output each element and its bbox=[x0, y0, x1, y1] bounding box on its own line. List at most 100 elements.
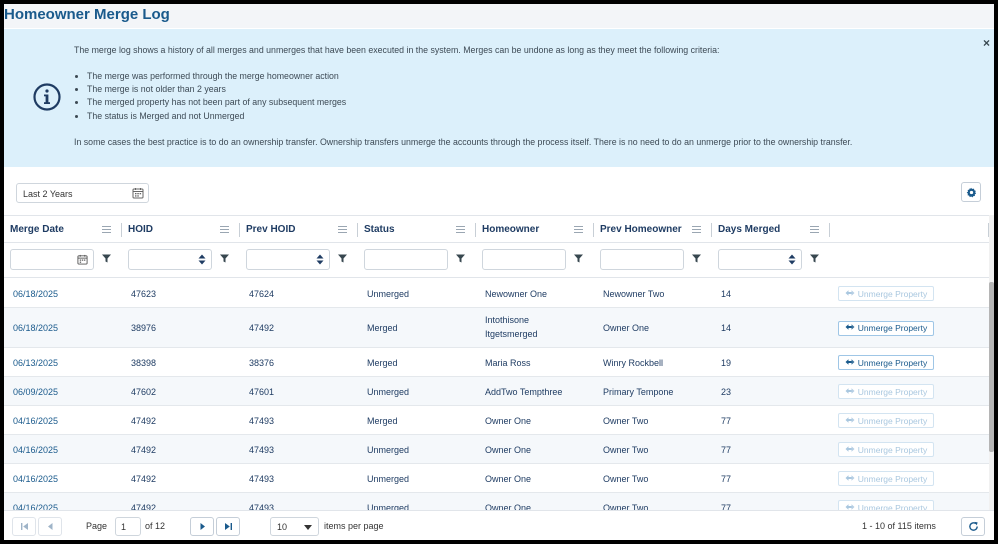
cell-prev-homeowner: Newowner Two bbox=[603, 288, 665, 299]
filter-input-status[interactable] bbox=[364, 249, 448, 270]
cell-prev-hoid: 38376 bbox=[249, 357, 275, 368]
page-input[interactable]: 1 bbox=[115, 517, 141, 536]
column-menu-icon[interactable] bbox=[220, 225, 229, 234]
info-footer: In some cases the best practice is to do… bbox=[74, 136, 853, 147]
last-page-icon bbox=[224, 523, 232, 530]
unmerge-property-button[interactable]: Unmerge Property bbox=[838, 286, 934, 301]
unmerge-property-button[interactable]: Unmerge Property bbox=[838, 320, 934, 336]
spinner-icon[interactable] bbox=[788, 254, 796, 268]
table-row[interactable]: 04/16/2025 47492 47493 Unmerged Owner One Own… bbox=[4, 435, 989, 464]
cell-prev-homeowner: Owner Two bbox=[603, 444, 649, 455]
cell-merge-date[interactable]: 06/13/2025 bbox=[13, 356, 109, 370]
filter-input-prev-hoid[interactable] bbox=[246, 249, 330, 270]
cell-days-merged: 77 bbox=[721, 415, 732, 426]
criteria-item: The merge was performed through the merg… bbox=[87, 70, 964, 83]
cell-merge-date[interactable]: 06/18/2025 bbox=[13, 287, 109, 301]
column-menu-icon[interactable] bbox=[338, 225, 347, 234]
cell-merge-date[interactable]: 06/09/2025 bbox=[13, 385, 109, 399]
unmerge-property-button[interactable]: Unmerge Property bbox=[838, 442, 934, 457]
next-page-button[interactable] bbox=[190, 517, 214, 536]
filter-input-hoid[interactable] bbox=[128, 249, 212, 270]
column-header-status[interactable]: Status bbox=[358, 216, 476, 244]
filter-input-days-merged[interactable] bbox=[718, 249, 802, 270]
column-header-actions bbox=[830, 216, 989, 244]
table-row[interactable]: 06/09/2025 47602 47601 Unmerged AddTwo Tempt… bbox=[4, 377, 989, 406]
criteria-item: The status is Merged and not Unmerged bbox=[87, 110, 964, 123]
cell-prev-hoid: 47493 bbox=[249, 415, 275, 426]
filter-input-homeowner[interactable] bbox=[482, 249, 566, 270]
column-header-label: Merge Date bbox=[10, 224, 64, 235]
cell-days-merged: 14 bbox=[721, 323, 732, 333]
cell-prev-hoid: 47601 bbox=[249, 386, 275, 397]
info-text: The merge log shows a history of all mer… bbox=[74, 44, 964, 148]
unmerge-property-button[interactable]: Unmerge Property bbox=[838, 471, 934, 486]
cell-merge-date[interactable]: 04/16/2025 bbox=[13, 414, 109, 428]
criteria-list: The merge was performed through the merg… bbox=[74, 70, 964, 123]
column-header-label: Status bbox=[364, 224, 395, 235]
filter-icon[interactable] bbox=[574, 254, 583, 266]
column-header-days-merged[interactable]: Days Merged bbox=[712, 216, 830, 244]
last-page-button[interactable] bbox=[216, 517, 240, 536]
cell-status: Merged bbox=[367, 415, 398, 426]
filter-input-merge-date[interactable] bbox=[10, 249, 94, 270]
cell-prev-hoid: 47492 bbox=[249, 323, 275, 333]
calendar-icon[interactable] bbox=[77, 254, 88, 268]
column-header-homeowner[interactable]: Homeowner bbox=[476, 216, 594, 244]
table-row[interactable]: 04/16/2025 47492 47493 Merged Owner One Owner… bbox=[4, 406, 989, 435]
column-menu-icon[interactable] bbox=[692, 225, 701, 234]
prev-page-button[interactable] bbox=[38, 517, 62, 536]
column-menu-icon[interactable] bbox=[456, 225, 465, 234]
table-row[interactable]: 06/18/2025 38976 47492 Merged Intothisone It… bbox=[4, 308, 989, 348]
filter-icon[interactable] bbox=[692, 254, 701, 266]
filter-icon[interactable] bbox=[810, 254, 819, 266]
filter-icon[interactable] bbox=[102, 254, 111, 266]
cell-prev-hoid: 47624 bbox=[249, 288, 275, 299]
cell-prev-homeowner: Owner Two bbox=[603, 415, 649, 426]
unmerge-icon bbox=[845, 474, 855, 484]
column-menu-icon[interactable] bbox=[810, 225, 819, 234]
spinner-icon[interactable] bbox=[316, 254, 324, 268]
refresh-button[interactable] bbox=[961, 517, 985, 536]
scrollbar-thumb[interactable] bbox=[989, 282, 994, 452]
filter-icon[interactable] bbox=[456, 254, 465, 266]
close-icon[interactable]: × bbox=[983, 36, 990, 50]
cell-merge-date[interactable]: 04/16/2025 bbox=[13, 472, 109, 486]
cell-days-merged: 19 bbox=[721, 357, 732, 368]
page-size-value: 10 bbox=[277, 522, 288, 532]
table-row[interactable]: 04/16/2025 47492 47493 Unmerged Owner One Own… bbox=[4, 464, 989, 493]
cell-hoid: 38976 bbox=[131, 323, 157, 333]
cell-merge-date[interactable]: 04/16/2025 bbox=[13, 443, 109, 457]
unmerge-button-label: Unmerge Property bbox=[857, 386, 928, 397]
cell-status: Merged bbox=[367, 357, 398, 368]
table-row[interactable]: 06/18/2025 47623 47624 Unmerged Newowner One… bbox=[4, 279, 989, 308]
filter-icon[interactable] bbox=[220, 254, 229, 266]
column-header-merge-date[interactable]: Merge Date bbox=[4, 216, 122, 244]
column-header-prev-hoid[interactable]: Prev HOID bbox=[240, 216, 358, 244]
column-header-prev-homeowner[interactable]: Prev Homeowner bbox=[594, 216, 712, 244]
calendar-icon bbox=[132, 188, 144, 199]
table-row[interactable]: 06/13/2025 38398 38376 Merged Maria Ross Winr… bbox=[4, 348, 989, 377]
settings-button[interactable] bbox=[961, 182, 981, 202]
column-menu-icon[interactable] bbox=[102, 225, 111, 234]
filter-icon[interactable] bbox=[338, 254, 347, 266]
unmerge-button-label: Unmerge Property bbox=[857, 357, 928, 368]
cell-homeowner: Intothisone Itgetsmerged bbox=[485, 315, 538, 339]
grid-header: Merge Date HOID Prev HOID Status Homeowner Pr… bbox=[4, 215, 994, 243]
unmerge-property-button[interactable]: Unmerge Property bbox=[838, 413, 934, 428]
column-menu-icon[interactable] bbox=[574, 225, 583, 234]
unmerge-button-label: Unmerge Property bbox=[857, 288, 928, 299]
page-size-select[interactable]: 10 bbox=[270, 517, 319, 536]
spinner-icon[interactable] bbox=[198, 254, 206, 268]
filter-input-prev-homeowner[interactable] bbox=[600, 249, 684, 270]
toolbar: Last 2 Years bbox=[4, 168, 994, 214]
first-page-button[interactable] bbox=[12, 517, 36, 536]
unmerge-property-button[interactable]: Unmerge Property bbox=[838, 384, 934, 399]
cell-days-merged: 77 bbox=[721, 444, 732, 455]
unmerge-property-button[interactable]: Unmerge Property bbox=[838, 355, 934, 370]
info-intro: The merge log shows a history of all mer… bbox=[74, 45, 720, 55]
cell-prev-homeowner: Owner One bbox=[603, 323, 650, 333]
cell-homeowner: Owner One bbox=[485, 473, 532, 484]
column-header-hoid[interactable]: HOID bbox=[122, 216, 240, 244]
date-range-picker[interactable]: Last 2 Years bbox=[16, 183, 149, 203]
cell-merge-date[interactable]: 06/18/2025 bbox=[13, 321, 109, 335]
